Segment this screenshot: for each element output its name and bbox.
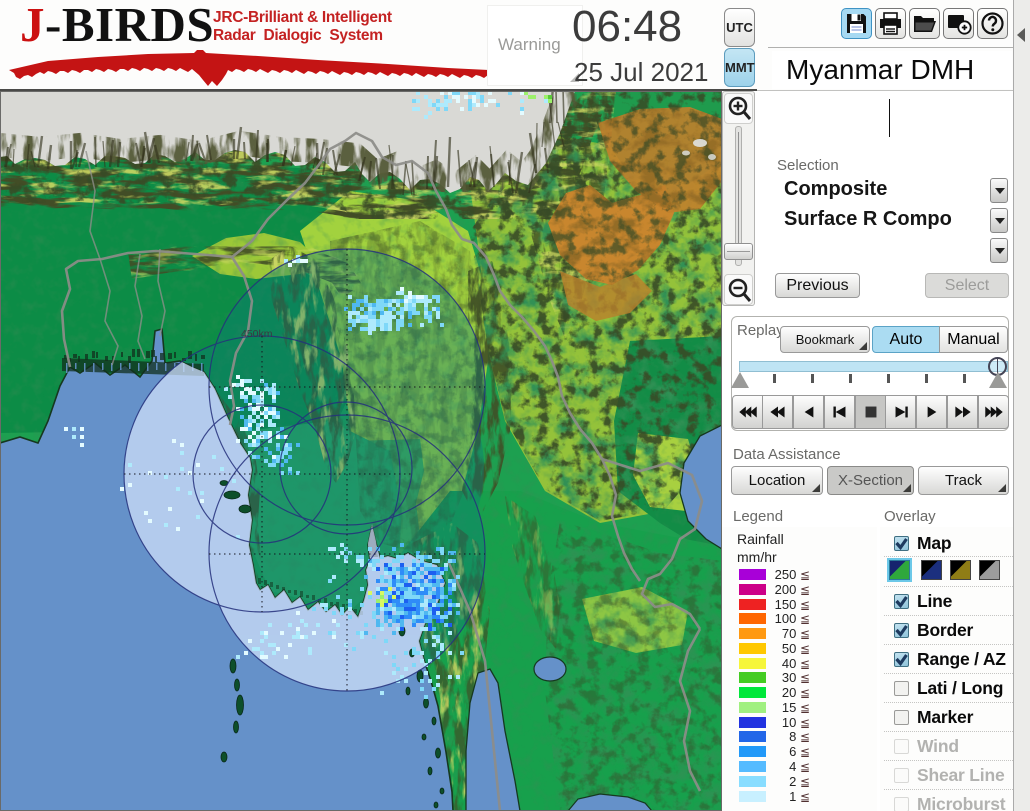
svg-text:450km: 450km (241, 328, 273, 340)
